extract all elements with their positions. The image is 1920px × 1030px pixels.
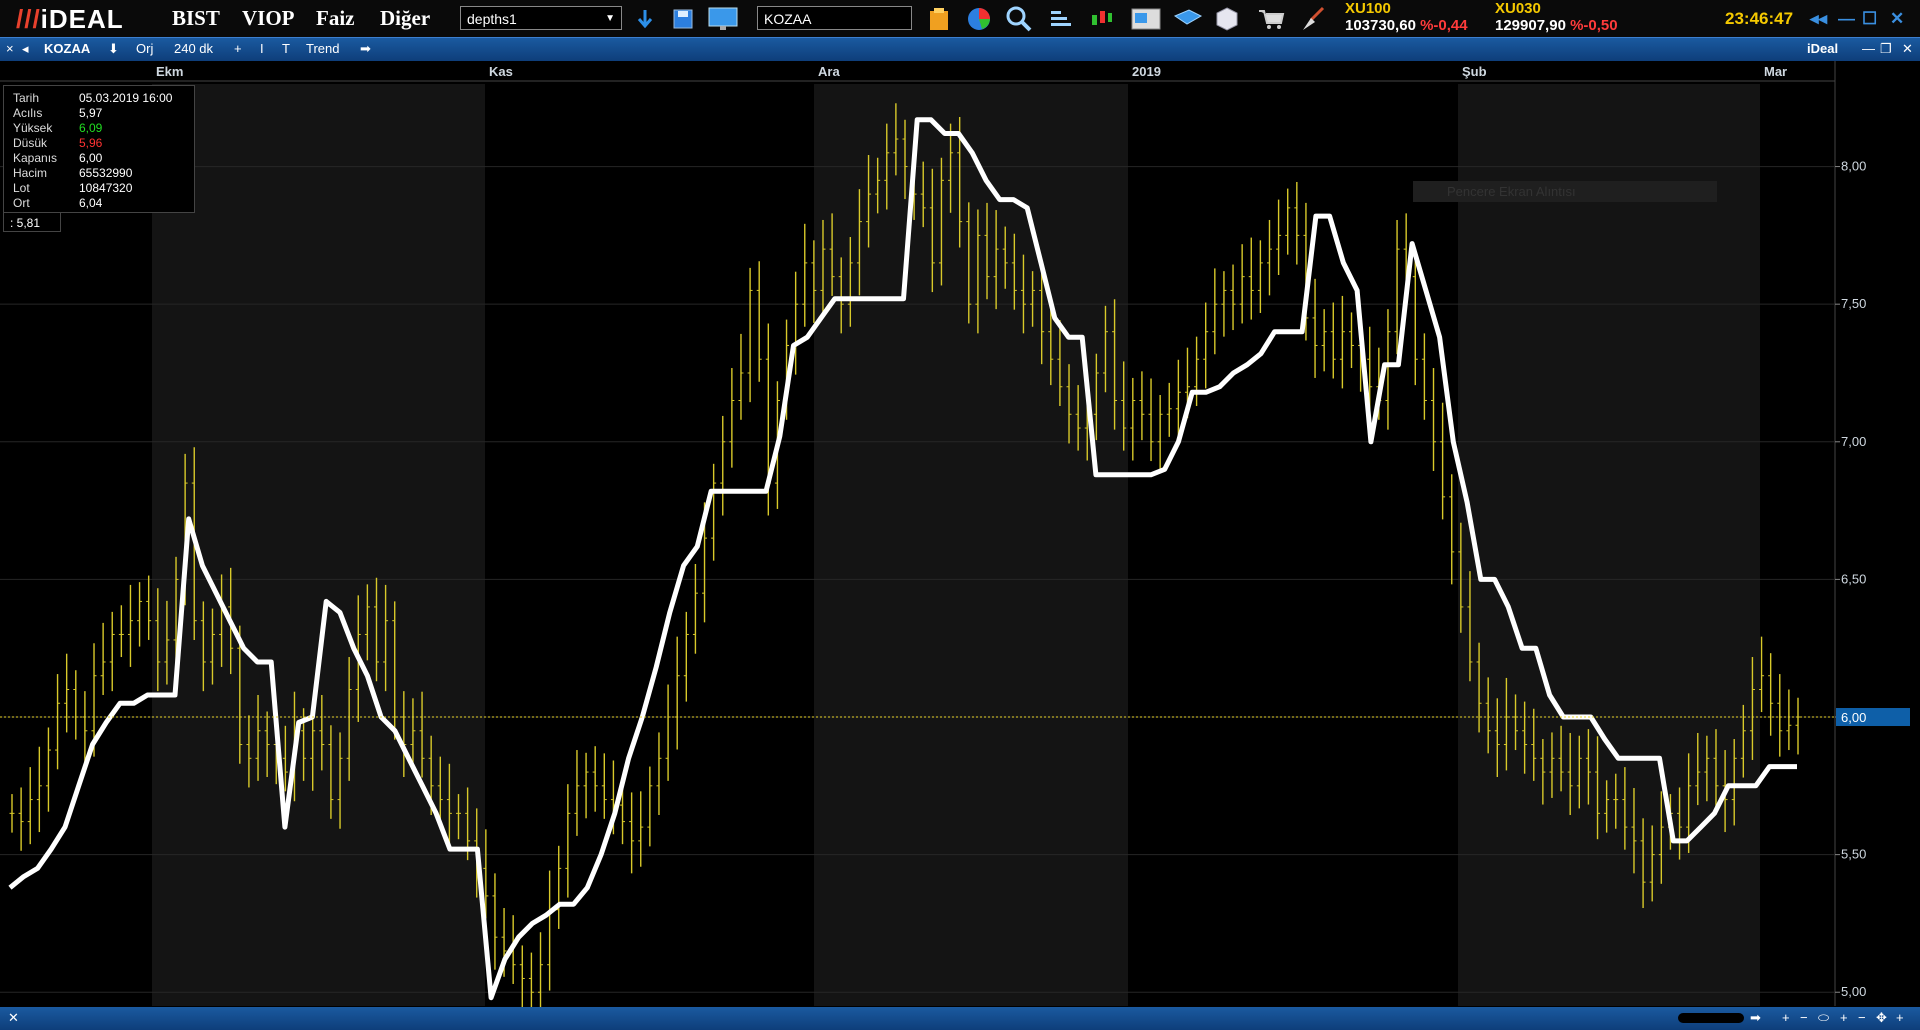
info-row-high: Yüksek 6,09 — [13, 121, 103, 135]
menu-faiz[interactable]: Faiz — [316, 6, 354, 31]
scroll-right-icon[interactable]: ➡ — [1750, 1010, 1761, 1026]
chart-close-window-icon[interactable]: ✕ — [1902, 41, 1913, 57]
clipboard-icon[interactable] — [926, 6, 952, 32]
month-band — [814, 84, 1128, 1006]
orj-button[interactable]: Orj — [136, 41, 153, 56]
chart-close-icon[interactable]: × — [6, 41, 14, 56]
bottom-close-icon[interactable]: ✕ — [8, 1010, 19, 1026]
info-row-lot: Lot 10847320 — [13, 181, 133, 195]
close-icon[interactable]: ✕ — [1890, 9, 1904, 29]
text-tool-button[interactable]: T — [282, 41, 290, 56]
down-arrow-icon[interactable]: ⬇ — [108, 41, 119, 57]
ideal-brand: iDeal — [1807, 41, 1839, 56]
screenshot-tooltip: Pencere Ekran Alıntısı — [1413, 181, 1717, 202]
price-chart[interactable]: Ekm Kas Ara 2019 Şub Mar 8,00 7,50 7,00 6,50 6,00… — [0, 61, 1920, 1025]
layout-combo[interactable]: depths1 ▼ — [460, 6, 622, 30]
trend-button[interactable]: Trend — [306, 41, 339, 56]
chart-minimize-icon[interactable]: — — [1862, 41, 1875, 56]
scroll-thumb[interactable] — [1678, 1013, 1744, 1023]
y-tick-label: 8,00 — [1841, 159, 1866, 174]
menu-diger[interactable]: Diğer — [380, 6, 430, 31]
expand-icon[interactable]: + — [1896, 1010, 1904, 1025]
month-band — [1128, 84, 1458, 1006]
bottom-scrollbar[interactable]: ✕ ➡ + − ⬭ + − ✥ + — [0, 1007, 1920, 1030]
last-price-label: 6,00 — [1841, 710, 1866, 725]
cart-icon[interactable] — [1256, 6, 1286, 32]
symbol-input[interactable]: KOZAA — [757, 6, 912, 30]
forward-arrow-icon[interactable]: ➡ — [360, 41, 371, 57]
chart-canvas[interactable]: Ekm Kas Ara 2019 Şub Mar 8,00 7,50 7,00 6,50 6,00… — [0, 61, 1920, 1025]
search-icon[interactable] — [1006, 6, 1032, 32]
add-button[interactable]: + — [234, 41, 242, 56]
index-xu100-name: XU100 — [1345, 0, 1391, 17]
month-band — [1458, 84, 1760, 1006]
save-disk-icon[interactable] — [670, 6, 696, 32]
minimize-icon[interactable]: — — [1838, 9, 1855, 29]
layout-combo-value: depths1 — [467, 11, 517, 27]
chevron-down-icon[interactable]: ▼ — [605, 7, 615, 31]
maximize-icon[interactable]: ☐ — [1862, 9, 1877, 29]
month-label: Ekm — [156, 64, 183, 79]
ohlc-info-box: Tarih 05.03.2019 16:00 Acılıs 5,97 Yüksek 6… — [3, 85, 195, 213]
month-band — [1760, 84, 1835, 1006]
period-button[interactable]: 240 dk — [174, 41, 213, 56]
month-header — [0, 61, 1835, 81]
clock: 23:46:47 — [1725, 9, 1794, 28]
zoom-minus-icon[interactable]: − — [1858, 1010, 1866, 1025]
info-row-open: Acılıs 5,97 — [13, 106, 103, 120]
index-xu030-name: XU030 — [1495, 0, 1541, 17]
monitor-icon[interactable] — [706, 6, 740, 32]
info-row-close: Kapanıs 6,00 — [13, 151, 103, 165]
info-row-low: Düsük 5,96 — [13, 136, 103, 150]
info-row-date: Tarih 05.03.2019 16:00 — [13, 91, 173, 105]
month-label: Şub — [1462, 64, 1487, 79]
cube-icon[interactable] — [1214, 6, 1240, 32]
list-bars-icon[interactable] — [1048, 6, 1074, 32]
news-window-icon[interactable] — [1130, 6, 1162, 32]
month-label: 2019 — [1132, 64, 1161, 79]
month-band — [485, 84, 814, 1006]
menu-viop[interactable]: VIOP — [242, 6, 295, 31]
y-tick-label: 7,00 — [1841, 434, 1866, 449]
chart-restore-icon[interactable]: ❐ — [1880, 41, 1892, 57]
book-icon[interactable] — [1172, 6, 1204, 32]
y-tick-label: 7,50 — [1841, 296, 1866, 311]
info-row-avg: Ort 6,04 — [13, 196, 103, 210]
index-xu030-value: 129907,90 — [1495, 17, 1566, 34]
month-band — [152, 84, 485, 1006]
zoom-reset-icon[interactable]: ⬭ — [1818, 1010, 1829, 1026]
pie-chart-icon[interactable] — [966, 6, 992, 32]
month-label: Ara — [818, 64, 840, 79]
menu-bist[interactable]: BIST — [172, 6, 220, 31]
zoom-plus-icon[interactable]: + — [1840, 1010, 1848, 1025]
index-xu030-change: %-0,50 — [1570, 17, 1618, 34]
pan-icon[interactable]: ✥ — [1876, 1010, 1887, 1026]
zoom-in-icon[interactable]: + — [1782, 1010, 1790, 1025]
index-xu100: XU100 103730,60 %-0,44 — [1345, 0, 1468, 34]
y-tick-label: 5,50 — [1841, 847, 1866, 862]
zoom-out-icon[interactable]: − — [1800, 1010, 1808, 1025]
current-value-box: : 5,81 — [3, 212, 61, 232]
y-tick-label: 6,50 — [1841, 571, 1866, 586]
index-xu100-value: 103730,60 — [1345, 17, 1416, 34]
index-xu100-change: %-0,44 — [1420, 17, 1468, 34]
y-tick-label: 5,00 — [1841, 984, 1866, 999]
candlestick-icon[interactable] — [1088, 6, 1114, 32]
index-xu030: XU030 129907,90 %-0,50 — [1495, 0, 1618, 34]
logo-text: iDEAL — [40, 4, 124, 34]
back-arrows-icon[interactable]: ◂◂ — [1810, 9, 1827, 29]
info-row-volume: Hacim 65532990 — [13, 166, 133, 180]
menu-bar: ///iDEAL BIST VIOP Faiz Diğer depths1 ▼ K… — [0, 0, 1920, 37]
ideal-logo: ///iDEAL — [16, 4, 124, 34]
chart-toolbar: × ◂ KOZAA ⬇ Orj 240 dk + I T Trend ➡ iDe… — [0, 37, 1920, 61]
chart-symbol[interactable]: KOZAA — [44, 41, 90, 56]
download-arrow-icon[interactable] — [632, 6, 658, 32]
broom-icon[interactable] — [1298, 6, 1328, 32]
month-label: Kas — [489, 64, 513, 79]
bar-tool-button[interactable]: I — [260, 41, 264, 56]
chart-back-icon[interactable]: ◂ — [22, 41, 29, 57]
month-label: Mar — [1764, 64, 1787, 79]
